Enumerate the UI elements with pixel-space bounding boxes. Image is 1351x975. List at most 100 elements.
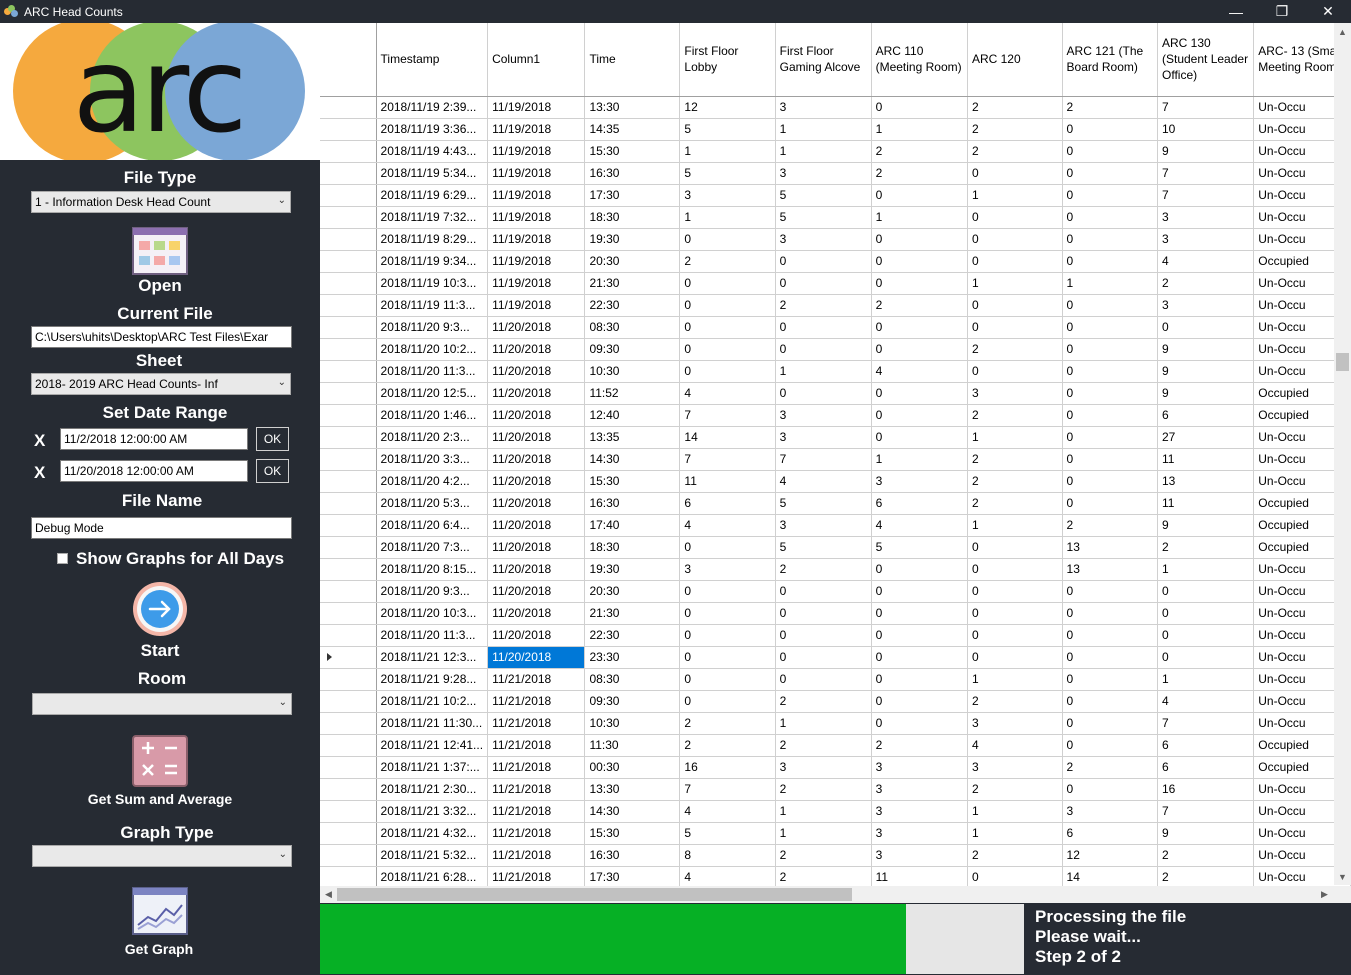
table-cell[interactable]: 0 bbox=[775, 602, 872, 625]
table-cell[interactable]: 16:30 bbox=[584, 162, 681, 185]
table-cell[interactable]: 11/20/2018 bbox=[487, 602, 586, 625]
table-cell[interactable]: 11/21/2018 bbox=[487, 756, 586, 779]
table-row[interactable]: 2018/11/20 5:3... 11/20/2018 16:30 6 5 6 2 0 11 O… bbox=[320, 492, 1351, 515]
table-cell[interactable]: 0 bbox=[1157, 624, 1255, 647]
table-cell[interactable]: 0 bbox=[1062, 184, 1159, 207]
table-cell[interactable]: 7 bbox=[1157, 162, 1255, 185]
table-cell[interactable]: 2 bbox=[679, 250, 776, 273]
column-header[interactable]: First Floor Gaming Alcove bbox=[775, 23, 872, 97]
table-cell[interactable]: 1 bbox=[775, 140, 872, 163]
table-cell[interactable]: 3 bbox=[871, 756, 968, 779]
table-row[interactable]: 2018/11/21 4:32... 11/21/2018 15:30 5 1 3 1 6 9 U… bbox=[320, 822, 1351, 845]
column-header[interactable]: ARC 121 (The Board Room) bbox=[1062, 23, 1159, 97]
table-cell[interactable]: 0 bbox=[871, 272, 968, 295]
table-cell[interactable]: 11/20/2018 bbox=[487, 536, 586, 559]
table-cell[interactable]: 13:30 bbox=[584, 778, 681, 801]
table-cell[interactable]: 11/20/2018 bbox=[487, 558, 586, 581]
table-row[interactable]: 2018/11/20 1:46... 11/20/2018 12:40 7 3 0 2 0 6 O… bbox=[320, 404, 1351, 427]
table-cell[interactable]: 1 bbox=[967, 822, 1063, 845]
table-cell[interactable]: 5 bbox=[679, 118, 776, 141]
table-cell[interactable]: 0 bbox=[775, 646, 872, 669]
table-cell[interactable]: 2018/11/20 11:3... bbox=[376, 624, 489, 647]
table-cell[interactable]: 11:52 bbox=[584, 382, 681, 405]
table-cell[interactable]: 5 bbox=[679, 822, 776, 845]
table-cell[interactable]: 3 bbox=[775, 756, 872, 779]
row-header[interactable] bbox=[320, 272, 377, 295]
table-cell[interactable]: 0 bbox=[1062, 712, 1159, 735]
table-cell[interactable]: 2018/11/21 3:32... bbox=[376, 800, 489, 823]
table-row[interactable]: 2018/11/20 11:3... 11/20/2018 22:30 0 0 0 0 0 0 U… bbox=[320, 624, 1351, 647]
table-cell[interactable]: 5 bbox=[775, 536, 872, 559]
table-cell[interactable]: 19:30 bbox=[584, 228, 681, 251]
table-cell[interactable]: 2018/11/21 12:3... bbox=[376, 646, 489, 669]
table-cell[interactable]: 7 bbox=[679, 448, 776, 471]
row-header[interactable] bbox=[320, 800, 377, 823]
table-cell[interactable]: 9 bbox=[1157, 360, 1255, 383]
restore-icon[interactable]: ❐ bbox=[1259, 0, 1305, 23]
table-cell[interactable]: 6 bbox=[1157, 756, 1255, 779]
row-header[interactable] bbox=[320, 338, 377, 361]
table-cell[interactable]: 2 bbox=[775, 844, 872, 867]
table-cell[interactable]: 2 bbox=[871, 734, 968, 757]
table-cell[interactable]: 11/19/2018 bbox=[487, 162, 586, 185]
file-type-select[interactable]: 1 - Information Desk Head Count ⌄ bbox=[31, 191, 291, 213]
table-cell[interactable]: 2 bbox=[775, 294, 872, 317]
clear-start-date-button[interactable]: X bbox=[34, 431, 45, 451]
file-name-field[interactable]: Debug Mode bbox=[31, 517, 292, 539]
table-cell[interactable]: 11/21/2018 bbox=[487, 866, 586, 889]
table-cell[interactable]: 0 bbox=[679, 272, 776, 295]
table-cell[interactable]: 11/20/2018 bbox=[487, 360, 586, 383]
table-cell[interactable]: 2 bbox=[967, 690, 1063, 713]
table-cell[interactable]: 11/19/2018 bbox=[487, 118, 586, 141]
row-header[interactable] bbox=[320, 602, 377, 625]
row-header[interactable] bbox=[320, 140, 377, 163]
table-cell[interactable]: 0 bbox=[1157, 316, 1255, 339]
table-cell[interactable]: 0 bbox=[1062, 470, 1159, 493]
table-cell[interactable]: 13 bbox=[1062, 558, 1159, 581]
table-row[interactable]: 2018/11/21 12:3... 11/20/2018 23:30 0 0 0 0 0 0 U… bbox=[320, 646, 1351, 669]
table-cell[interactable]: 16 bbox=[1157, 778, 1255, 801]
table-cell[interactable]: 1 bbox=[775, 712, 872, 735]
row-header[interactable] bbox=[320, 778, 377, 801]
table-row[interactable]: 2018/11/20 8:15... 11/20/2018 19:30 3 2 0 0 13 1… bbox=[320, 558, 1351, 581]
table-cell[interactable]: 2018/11/21 12:41... bbox=[376, 734, 489, 757]
table-row[interactable]: 2018/11/19 5:34... 11/19/2018 16:30 5 3 2 0 0 7 U… bbox=[320, 162, 1351, 185]
row-header[interactable] bbox=[320, 316, 377, 339]
table-row[interactable]: 2018/11/21 3:32... 11/21/2018 14:30 4 1 3 1 3 7 U… bbox=[320, 800, 1351, 823]
table-row[interactable]: 2018/11/19 3:36... 11/19/2018 14:35 5 1 1 2 0 10… bbox=[320, 118, 1351, 141]
table-cell[interactable]: 0 bbox=[967, 646, 1063, 669]
table-cell[interactable]: 1 bbox=[775, 360, 872, 383]
table-cell[interactable]: 11 bbox=[679, 470, 776, 493]
table-cell[interactable]: 0 bbox=[679, 690, 776, 713]
table-cell[interactable]: 2 bbox=[967, 844, 1063, 867]
table-cell[interactable]: 2 bbox=[871, 140, 968, 163]
table-cell[interactable]: 2 bbox=[967, 140, 1063, 163]
table-cell[interactable]: 0 bbox=[1062, 228, 1159, 251]
table-cell[interactable]: 3 bbox=[1157, 206, 1255, 229]
table-cell[interactable]: 14 bbox=[1062, 866, 1159, 889]
table-cell[interactable]: 0 bbox=[967, 866, 1063, 889]
table-cell[interactable]: 11/21/2018 bbox=[487, 712, 586, 735]
table-cell[interactable]: 2018/11/20 12:5... bbox=[376, 382, 489, 405]
table-cell[interactable]: 0 bbox=[1062, 118, 1159, 141]
table-cell[interactable]: 2018/11/20 7:3... bbox=[376, 536, 489, 559]
table-cell[interactable]: 13:30 bbox=[584, 96, 681, 119]
table-cell[interactable]: 17:40 bbox=[584, 514, 681, 537]
table-cell[interactable]: 21:30 bbox=[584, 272, 681, 295]
table-cell[interactable]: 16:30 bbox=[584, 492, 681, 515]
table-cell[interactable]: 2018/11/20 9:3... bbox=[376, 580, 489, 603]
table-cell[interactable]: 0 bbox=[679, 338, 776, 361]
row-header[interactable] bbox=[320, 690, 377, 713]
table-cell[interactable]: 0 bbox=[1157, 602, 1255, 625]
table-cell[interactable]: 13 bbox=[1157, 470, 1255, 493]
column-header[interactable]: ARC 110 (Meeting Room) bbox=[871, 23, 968, 97]
table-cell[interactable]: 0 bbox=[679, 580, 776, 603]
row-header[interactable] bbox=[320, 536, 377, 559]
table-cell[interactable]: 3 bbox=[679, 184, 776, 207]
table-cell[interactable]: 11/20/2018 bbox=[487, 426, 586, 449]
table-cell[interactable]: 0 bbox=[775, 250, 872, 273]
table-cell[interactable]: 2018/11/20 8:15... bbox=[376, 558, 489, 581]
table-cell[interactable]: 2 bbox=[679, 712, 776, 735]
table-cell[interactable]: 0 bbox=[871, 690, 968, 713]
table-cell[interactable]: 19:30 bbox=[584, 558, 681, 581]
